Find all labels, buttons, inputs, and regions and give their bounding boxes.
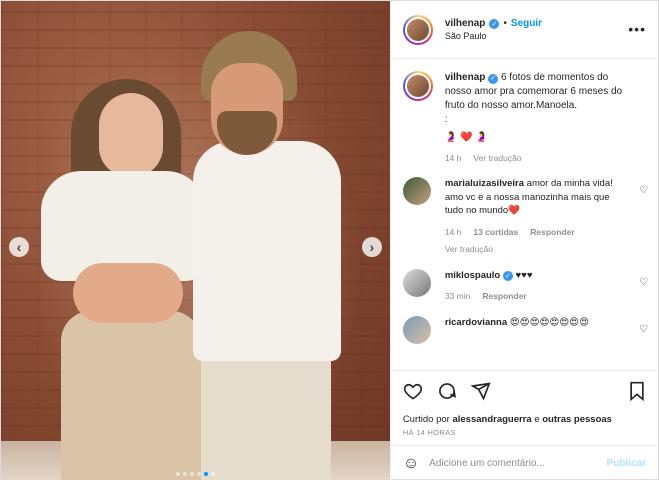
carousel-dot — [182, 472, 187, 476]
comment-item: marialuizasilveira amor da minha vida! a… — [402, 177, 648, 257]
comment-username[interactable]: marialuizasilveira — [445, 178, 524, 189]
more-options-icon[interactable]: ••• — [628, 21, 646, 37]
comment-time[interactable]: 14 h — [445, 226, 462, 240]
liked-by-prefix: Curtido por — [402, 414, 450, 425]
liked-by: Curtido por alessandraguerra e outras pe… — [391, 414, 658, 425]
avatar[interactable] — [404, 73, 431, 99]
comment-input[interactable] — [429, 458, 597, 469]
verified-badge-icon: ✓ — [488, 74, 499, 84]
comment-item: ricardovianna 😍😍😍😍😍😍😍😍 ♡ — [402, 315, 648, 344]
woman-pants — [61, 311, 201, 480]
carousel-indicator — [1, 472, 390, 476]
caption-username[interactable]: vilhenap — [445, 72, 486, 83]
woman-belly — [73, 263, 183, 323]
post-header: vilhenap ✓ • Seguir São Paulo ••• — [390, 1, 658, 59]
author-avatar-ring[interactable] — [402, 14, 433, 45]
comment-like-heart-icon[interactable]: ♡ — [639, 185, 648, 196]
man-shirt — [193, 141, 341, 361]
add-comment-bar: ☺ Publicar — [390, 445, 658, 480]
comments-list: vilhenap ✓ 6 fotos de momentos do nosso … — [391, 59, 658, 370]
translate-button[interactable]: Ver tradução — [473, 151, 521, 165]
man-pants — [201, 351, 331, 480]
caption-avatar-ring[interactable] — [402, 71, 433, 101]
post-photo[interactable]: ‹ › — [1, 1, 390, 480]
author-info: vilhenap ✓ • Seguir São Paulo — [445, 18, 542, 41]
comment-item: miklospaulo ✓ ♥♥♥ 33 min Responder ♡ — [402, 268, 648, 304]
post-location[interactable]: São Paulo — [445, 31, 542, 41]
post-side-panel: vilhenap ✓ • Seguir São Paulo ••• vilhen… — [389, 1, 658, 480]
separator-dot: • — [503, 18, 507, 29]
avatar[interactable] — [402, 315, 431, 344]
comment-username[interactable]: miklospaulo — [445, 270, 500, 281]
share-icon[interactable] — [469, 381, 491, 404]
publish-button[interactable]: Publicar — [607, 458, 646, 469]
comment-like-heart-icon[interactable]: ♡ — [639, 277, 648, 288]
bookmark-icon[interactable] — [628, 381, 646, 404]
heart-icon[interactable] — [403, 381, 423, 404]
follow-button[interactable]: Seguir — [511, 18, 542, 29]
carousel-dot — [189, 472, 194, 476]
caption: vilhenap ✓ 6 fotos de momentos do nosso … — [402, 71, 646, 165]
carousel-dot — [210, 472, 215, 476]
avatar[interactable] — [402, 268, 431, 297]
carousel-dot — [175, 472, 180, 476]
comment-text: ♥♥♥ — [515, 269, 533, 281]
liked-by-middle: e — [534, 414, 540, 425]
caption-colon: : — [444, 114, 448, 125]
carousel-dot — [196, 472, 201, 476]
post-timestamp[interactable]: HÁ 14 HORAS — [391, 425, 658, 445]
translate-button[interactable]: Ver tradução — [445, 243, 628, 257]
caption-emojis: 🤰 ❤️ 🤰 — [444, 132, 488, 143]
woman-face — [99, 93, 163, 177]
carousel-dot — [203, 472, 208, 476]
comment-icon[interactable] — [437, 381, 457, 404]
comment-username[interactable]: ricardovianna — [445, 317, 507, 328]
liked-by-others[interactable]: outras pessoas — [542, 414, 612, 425]
verified-badge-icon: ✓ — [489, 18, 500, 29]
post-actions — [390, 370, 658, 414]
liked-by-user[interactable]: alessandraguerra — [452, 414, 531, 425]
previous-photo-button[interactable]: ‹ — [9, 237, 29, 257]
next-photo-button[interactable]: › — [361, 237, 382, 257]
avatar[interactable] — [404, 16, 431, 43]
avatar[interactable] — [402, 177, 431, 205]
comment-likes[interactable]: 13 curtidas — [473, 226, 518, 240]
author-username[interactable]: vilhenap — [445, 18, 486, 29]
comment-like-heart-icon[interactable]: ♡ — [639, 324, 648, 335]
caption-time[interactable]: 14 h — [445, 151, 462, 165]
reply-button[interactable]: Responder — [482, 290, 526, 304]
verified-badge-icon: ✓ — [502, 271, 513, 282]
reply-button[interactable]: Responder — [530, 226, 574, 240]
instagram-post: ‹ › vilhenap ✓ • Seguir São Paulo ••• vi… — [0, 0, 659, 480]
emoji-icon[interactable]: ☺ — [403, 455, 419, 473]
comment-text: 😍😍😍😍😍😍😍😍 — [509, 316, 589, 328]
comment-time[interactable]: 33 min — [445, 290, 471, 304]
